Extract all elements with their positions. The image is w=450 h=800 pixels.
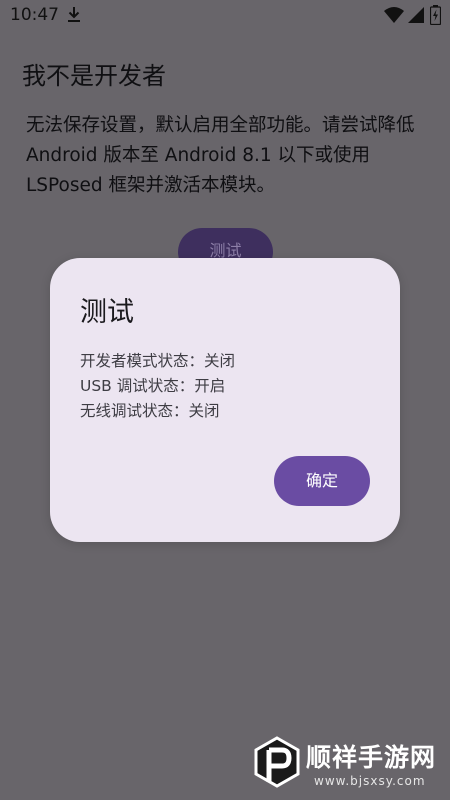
watermark-url: www.bjsxsy.com <box>314 774 426 788</box>
status-bar: 10:47 <box>0 0 450 32</box>
wireless-debugging-status: 无线调试状态：关闭 <box>80 402 220 420</box>
app-screen: 10:47 我不是开发者 无法保存设置，默认启用全部功能。请尝试降低 Andro… <box>0 0 450 800</box>
dialog-title: 测试 <box>80 297 134 328</box>
status-time: 10:47 <box>10 5 59 25</box>
test-dialog: 测试 开发者模式状态：关闭 USB 调试状态：开启 无线调试状态：关闭 确定 <box>50 258 400 542</box>
battery-icon <box>429 5 442 29</box>
wifi-icon <box>384 7 404 27</box>
usb-debugging-status: USB 调试状态：开启 <box>80 377 226 395</box>
page-title: 我不是开发者 <box>22 62 166 90</box>
developer-mode-status: 开发者模式状态：关闭 <box>80 352 236 370</box>
download-icon <box>66 6 82 28</box>
dialog-message: 开发者模式状态：关闭 USB 调试状态：开启 无线调试状态：关闭 <box>80 349 235 424</box>
confirm-button[interactable]: 确定 <box>274 456 370 506</box>
watermark: 顺祥手游网 www.bjsxsy.com <box>254 736 450 800</box>
watermark-logo-icon <box>254 736 300 800</box>
page-description: 无法保存设置，默认启用全部功能。请尝试降低 Android 版本至 Androi… <box>26 115 415 196</box>
watermark-name: 顺祥手游网 <box>306 743 437 772</box>
signal-icon <box>408 7 424 27</box>
